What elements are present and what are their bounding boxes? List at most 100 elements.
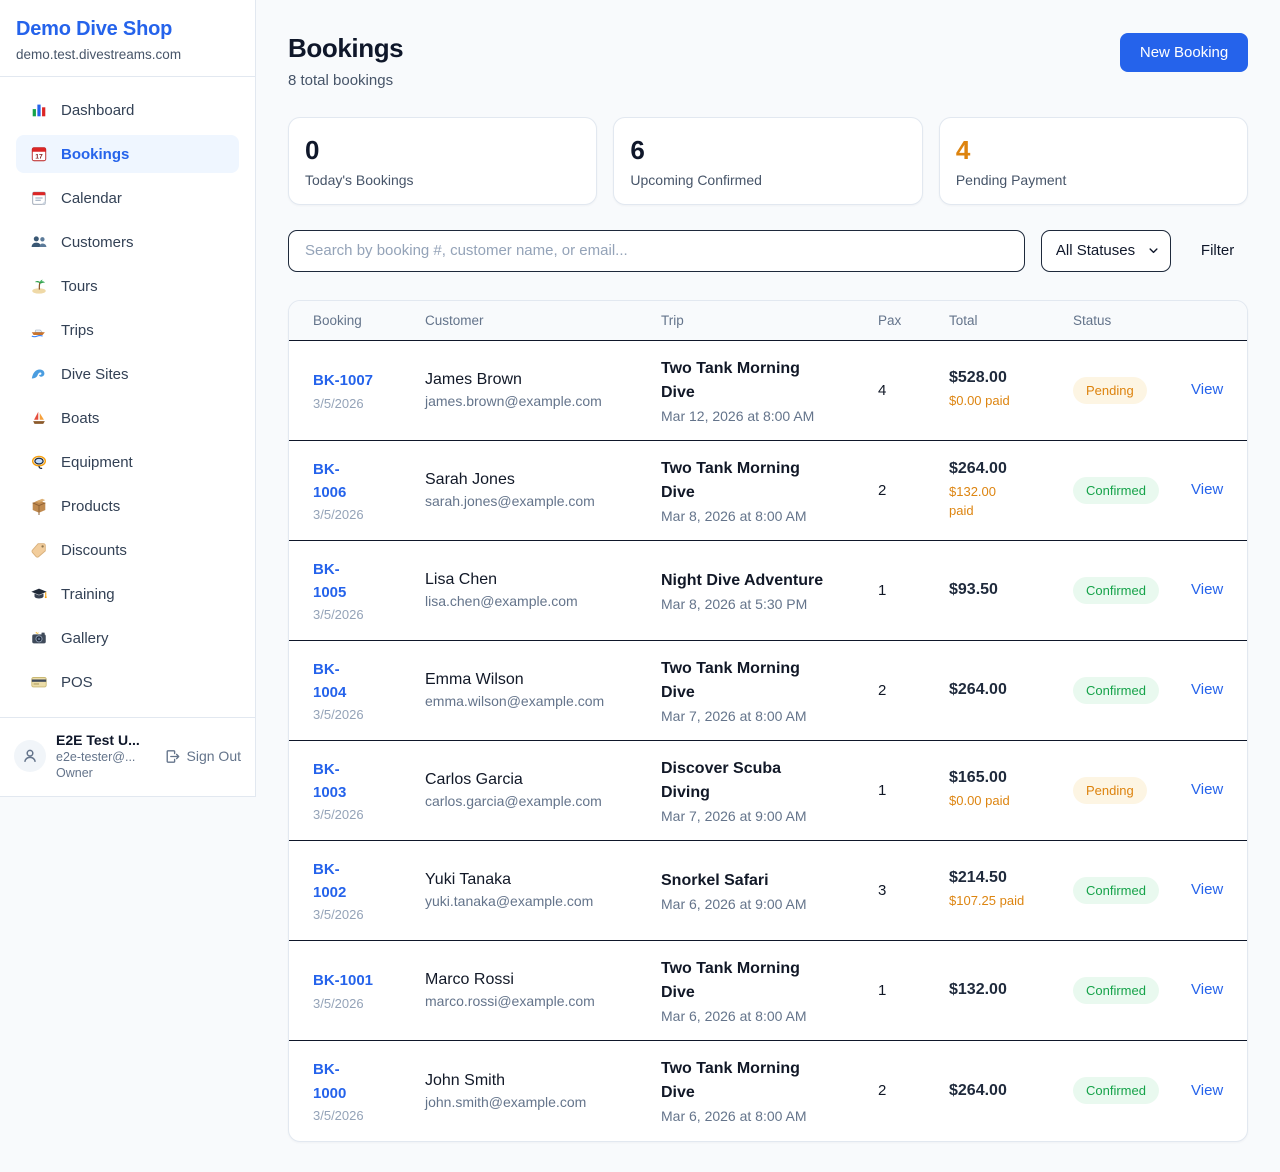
trip-name: Discover ScubaDiving bbox=[661, 757, 878, 805]
view-link[interactable]: View bbox=[1191, 381, 1223, 398]
view-link[interactable]: View bbox=[1191, 581, 1223, 598]
customer-email: james.brown@example.com bbox=[425, 393, 661, 409]
trip-datetime: Mar 8, 2026 at 5:30 PM bbox=[661, 596, 878, 612]
table-header-row: Booking Customer Trip Pax Total Status bbox=[289, 301, 1247, 341]
booking-id-link[interactable]: BK-1004 bbox=[313, 658, 346, 705]
pax-value: 1 bbox=[878, 982, 949, 999]
booking-cell: BK-1007 3/5/2026 bbox=[313, 369, 425, 410]
sidebar-item-label: Bookings bbox=[61, 146, 129, 163]
pax-value: 2 bbox=[878, 682, 949, 699]
customer-email: marco.rossi@example.com bbox=[425, 993, 661, 1009]
customer-name: Marco Rossi bbox=[425, 971, 661, 989]
booking-id-link[interactable]: BK-1007 bbox=[313, 369, 373, 392]
total-amount: $264.00 bbox=[949, 681, 1073, 699]
total-cell: $528.00 $0.00 paid bbox=[949, 369, 1073, 411]
stat-label: Pending Payment bbox=[956, 172, 1231, 188]
user-email: e2e-tester@... bbox=[56, 750, 154, 764]
total-cell: $165.00 $0.00 paid bbox=[949, 769, 1073, 811]
sidebar-item-trips[interactable]: Trips bbox=[16, 311, 239, 349]
sidebar-item-training[interactable]: Training bbox=[16, 575, 239, 613]
table-row: BK-1002 3/5/2026 Yuki Tanaka yuki.tanaka… bbox=[289, 841, 1247, 941]
actions-cell: View bbox=[1191, 381, 1223, 399]
sidebar-item-calendar[interactable]: Calendar bbox=[16, 179, 239, 217]
sidebar-nav: Dashboard 17 Bookings Calendar Customers… bbox=[0, 77, 255, 717]
customer-cell: John Smith john.smith@example.com bbox=[425, 1072, 661, 1110]
booking-id-link[interactable]: BK-1003 bbox=[313, 758, 346, 805]
calendar-icon bbox=[30, 189, 48, 207]
actions-cell: View bbox=[1191, 1082, 1223, 1100]
sidebar-item-label: Customers bbox=[61, 234, 134, 251]
filter-button[interactable]: Filter bbox=[1187, 234, 1248, 267]
new-booking-button[interactable]: New Booking bbox=[1120, 33, 1248, 72]
total-cell: $264.00 bbox=[949, 1082, 1073, 1100]
total-cell: $264.00 $132.00 paid bbox=[949, 460, 1073, 521]
column-header-customer: Customer bbox=[425, 301, 661, 340]
sidebar-item-dashboard[interactable]: Dashboard bbox=[16, 91, 239, 129]
pax-value: 1 bbox=[878, 782, 949, 799]
customer-name: John Smith bbox=[425, 1072, 661, 1090]
actions-cell: View bbox=[1191, 681, 1223, 699]
status-cell: Confirmed bbox=[1073, 877, 1191, 904]
booking-date: 3/5/2026 bbox=[313, 507, 425, 522]
booking-date: 3/5/2026 bbox=[313, 607, 425, 622]
view-link[interactable]: View bbox=[1191, 981, 1223, 998]
sidebar-item-gallery[interactable]: Gallery bbox=[16, 619, 239, 657]
customer-email: emma.wilson@example.com bbox=[425, 693, 661, 709]
customer-email: yuki.tanaka@example.com bbox=[425, 893, 661, 909]
view-link[interactable]: View bbox=[1191, 1082, 1223, 1099]
customer-name: Sarah Jones bbox=[425, 471, 661, 489]
customer-cell: Emma Wilson emma.wilson@example.com bbox=[425, 671, 661, 709]
customer-cell: Lisa Chen lisa.chen@example.com bbox=[425, 571, 661, 609]
booking-id-link[interactable]: BK-1001 bbox=[313, 969, 373, 992]
sidebar-item-boats[interactable]: Boats bbox=[16, 399, 239, 437]
booking-id-link[interactable]: BK-1002 bbox=[313, 858, 346, 905]
view-link[interactable]: View bbox=[1191, 881, 1223, 898]
status-cell: Confirmed bbox=[1073, 577, 1191, 604]
column-header-total: Total bbox=[949, 301, 1073, 340]
sidebar-item-customers[interactable]: Customers bbox=[16, 223, 239, 261]
sidebar-item-bookings[interactable]: 17 Bookings bbox=[16, 135, 239, 173]
paid-amount: $132.00 paid bbox=[949, 482, 1073, 521]
sidebar-item-label: Boats bbox=[61, 410, 99, 427]
pax-value: 1 bbox=[878, 582, 949, 599]
user-name: E2E Test U... bbox=[56, 732, 154, 748]
page-header: Bookings 8 total bookings New Booking bbox=[288, 33, 1248, 89]
sidebar-item-equipment[interactable]: Equipment bbox=[16, 443, 239, 481]
column-header-pax: Pax bbox=[878, 301, 949, 340]
sidebar-item-tours[interactable]: Tours bbox=[16, 267, 239, 305]
pax-value: 3 bbox=[878, 882, 949, 899]
customer-email: lisa.chen@example.com bbox=[425, 593, 661, 609]
booking-date: 3/5/2026 bbox=[313, 396, 425, 411]
stat-card: 0 Today's Bookings bbox=[288, 117, 597, 205]
trip-cell: Two Tank MorningDive Mar 6, 2026 at 8:00… bbox=[661, 957, 878, 1024]
stat-value: 4 bbox=[956, 136, 1231, 165]
search-input[interactable] bbox=[288, 230, 1025, 272]
price-tag-icon bbox=[30, 541, 48, 559]
trip-cell: Discover ScubaDiving Mar 7, 2026 at 9:00… bbox=[661, 757, 878, 824]
status-select[interactable]: All Statuses bbox=[1041, 230, 1171, 272]
package-box-icon bbox=[30, 497, 48, 515]
grad-cap-icon bbox=[30, 585, 48, 603]
sidebar-item-discounts[interactable]: Discounts bbox=[16, 531, 239, 569]
sidebar-item-products[interactable]: Products bbox=[16, 487, 239, 525]
booking-id-link[interactable]: BK-1000 bbox=[313, 1058, 346, 1105]
table-row: BK-1005 3/5/2026 Lisa Chen lisa.chen@exa… bbox=[289, 541, 1247, 641]
booking-id-link[interactable]: BK-1005 bbox=[313, 558, 346, 605]
booking-id-link[interactable]: BK-1006 bbox=[313, 458, 346, 505]
sign-out-button[interactable]: Sign Out bbox=[164, 748, 241, 765]
trip-name: Snorkel Safari bbox=[661, 869, 878, 893]
view-link[interactable]: View bbox=[1191, 681, 1223, 698]
sign-out-icon bbox=[164, 748, 181, 765]
customer-email: carlos.garcia@example.com bbox=[425, 793, 661, 809]
sidebar-item-pos[interactable]: POS bbox=[16, 663, 239, 701]
total-amount: $264.00 bbox=[949, 460, 1073, 478]
view-link[interactable]: View bbox=[1191, 781, 1223, 798]
customer-cell: Marco Rossi marco.rossi@example.com bbox=[425, 971, 661, 1009]
sidebar-item-dive-sites[interactable]: Dive Sites bbox=[16, 355, 239, 393]
stat-value: 6 bbox=[630, 136, 905, 165]
sidebar-item-label: Dive Sites bbox=[61, 366, 129, 383]
status-cell: Confirmed bbox=[1073, 1077, 1191, 1104]
view-link[interactable]: View bbox=[1191, 481, 1223, 498]
customer-name: Lisa Chen bbox=[425, 571, 661, 589]
customer-email: sarah.jones@example.com bbox=[425, 493, 661, 509]
